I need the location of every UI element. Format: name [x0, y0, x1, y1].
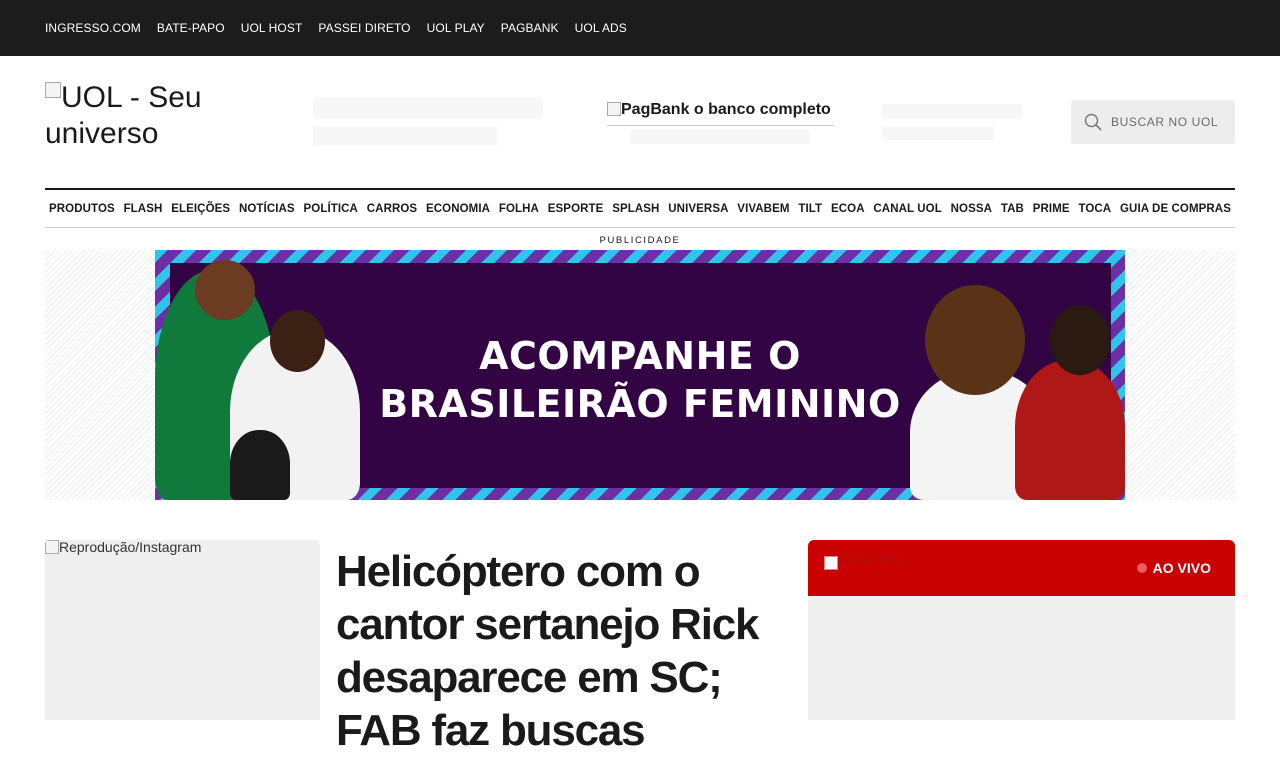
story-thumbnail[interactable]: Reprodução/Instagram [45, 540, 320, 720]
ad-headline-line1: ACOMPANHE O [479, 334, 801, 378]
nav-item-economia[interactable]: ECONOMIA [426, 203, 490, 215]
live-header-bar: Canal UOL AO VIVO [808, 540, 1235, 596]
nav-item-noticias[interactable]: NOTÍCIAS [239, 203, 295, 215]
loading-placeholder [313, 126, 497, 146]
loading-placeholder [882, 126, 994, 140]
search-placeholder: BUSCAR NO UOL [1111, 115, 1219, 129]
nav-item-folha[interactable]: FOLHA [499, 203, 539, 215]
loading-placeholder [630, 130, 810, 144]
story-headline[interactable]: Helicóptero com o cantor sertanejo Rick … [336, 545, 776, 757]
live-image-alt: Canal UOL [824, 552, 907, 570]
loading-placeholder [313, 98, 543, 118]
nav-item-tilt[interactable]: TILT [798, 203, 822, 215]
ad-label: PUBLICIDADE [599, 235, 681, 246]
link-ingresso[interactable]: INGRESSO.COM [45, 21, 141, 35]
search-input[interactable]: BUSCAR NO UOL [1071, 100, 1235, 144]
broken-image-icon [45, 82, 61, 98]
nav-item-esporte[interactable]: ESPORTE [548, 203, 604, 215]
ad-player-image [230, 430, 290, 500]
link-uol-host[interactable]: UOL HOST [241, 21, 303, 35]
ad-player-image [195, 260, 255, 320]
pagbank-alt-text: PagBank o banco completo [621, 101, 831, 118]
link-pagbank[interactable]: PAGBANK [501, 21, 559, 35]
nav-item-canal-uol[interactable]: CANAL UOL [873, 203, 941, 215]
link-passei-direto[interactable]: PASSEI DIRETO [318, 21, 410, 35]
nav-item-prime[interactable]: PRIME [1033, 203, 1070, 215]
live-badge: AO VIVO [1136, 560, 1211, 576]
nav-item-toca[interactable]: TOCA [1078, 203, 1111, 215]
live-dot-icon [1136, 563, 1147, 573]
story-image-alt: Reprodução/Instagram [45, 540, 201, 554]
loading-placeholder [882, 104, 1022, 118]
nav-item-produtos[interactable]: PRODUTOS [49, 203, 115, 215]
logo-alt-text: UOL - Seu universo [45, 81, 202, 150]
ad-headline: ACOMPANHE O BRASILEIRÃO FEMININO [155, 332, 1125, 428]
link-uol-ads[interactable]: UOL ADS [575, 21, 627, 35]
broken-image-icon [824, 556, 838, 570]
utility-links: INGRESSO.COM BATE-PAPO UOL HOST PASSEI D… [45, 0, 643, 56]
pagbank-banner[interactable]: PagBank o banco completo [607, 101, 834, 126]
live-image-alt-text: Canal UOL [838, 551, 908, 567]
ad-slot: ACOMPANHE O BRASILEIRÃO FEMININO [45, 250, 1235, 500]
ad-banner[interactable]: ACOMPANHE O BRASILEIRÃO FEMININO [155, 250, 1125, 500]
story-image-alt-text: Reprodução/Instagram [59, 540, 202, 555]
live-player-card[interactable]: Canal UOL AO VIVO [808, 540, 1235, 720]
nav-item-guia-de-compras[interactable]: GUIA DE COMPRAS [1120, 203, 1231, 215]
broken-image-icon [607, 102, 621, 116]
top-utility-bar: INGRESSO.COM BATE-PAPO UOL HOST PASSEI D… [0, 0, 1280, 56]
nav-item-nossa[interactable]: NOSSA [951, 203, 992, 215]
link-uol-play[interactable]: UOL PLAY [427, 21, 485, 35]
nav-item-flash[interactable]: FLASH [124, 203, 163, 215]
nav-item-eleicoes[interactable]: ELEIÇÕES [171, 203, 230, 215]
nav-item-tab[interactable]: TAB [1001, 203, 1024, 215]
broken-image-icon [45, 540, 59, 554]
search-icon [1084, 113, 1102, 131]
link-bate-papo[interactable]: BATE-PAPO [157, 21, 225, 35]
nav-item-politica[interactable]: POLÍTICA [304, 203, 358, 215]
main-nav: PRODUTOS FLASH ELEIÇÕES NOTÍCIAS POLÍTIC… [45, 188, 1235, 228]
nav-item-vivabem[interactable]: VIVABEM [737, 203, 789, 215]
nav-item-universa[interactable]: UNIVERSA [668, 203, 728, 215]
nav-item-splash[interactable]: SPLASH [612, 203, 659, 215]
live-badge-label: AO VIVO [1152, 560, 1211, 576]
nav-item-ecoa[interactable]: ECOA [831, 203, 865, 215]
uol-logo[interactable]: UOL - Seu universo [45, 80, 275, 152]
ad-headline-line2: BRASILEIRÃO FEMININO [379, 382, 901, 426]
nav-item-carros[interactable]: CARROS [367, 203, 417, 215]
